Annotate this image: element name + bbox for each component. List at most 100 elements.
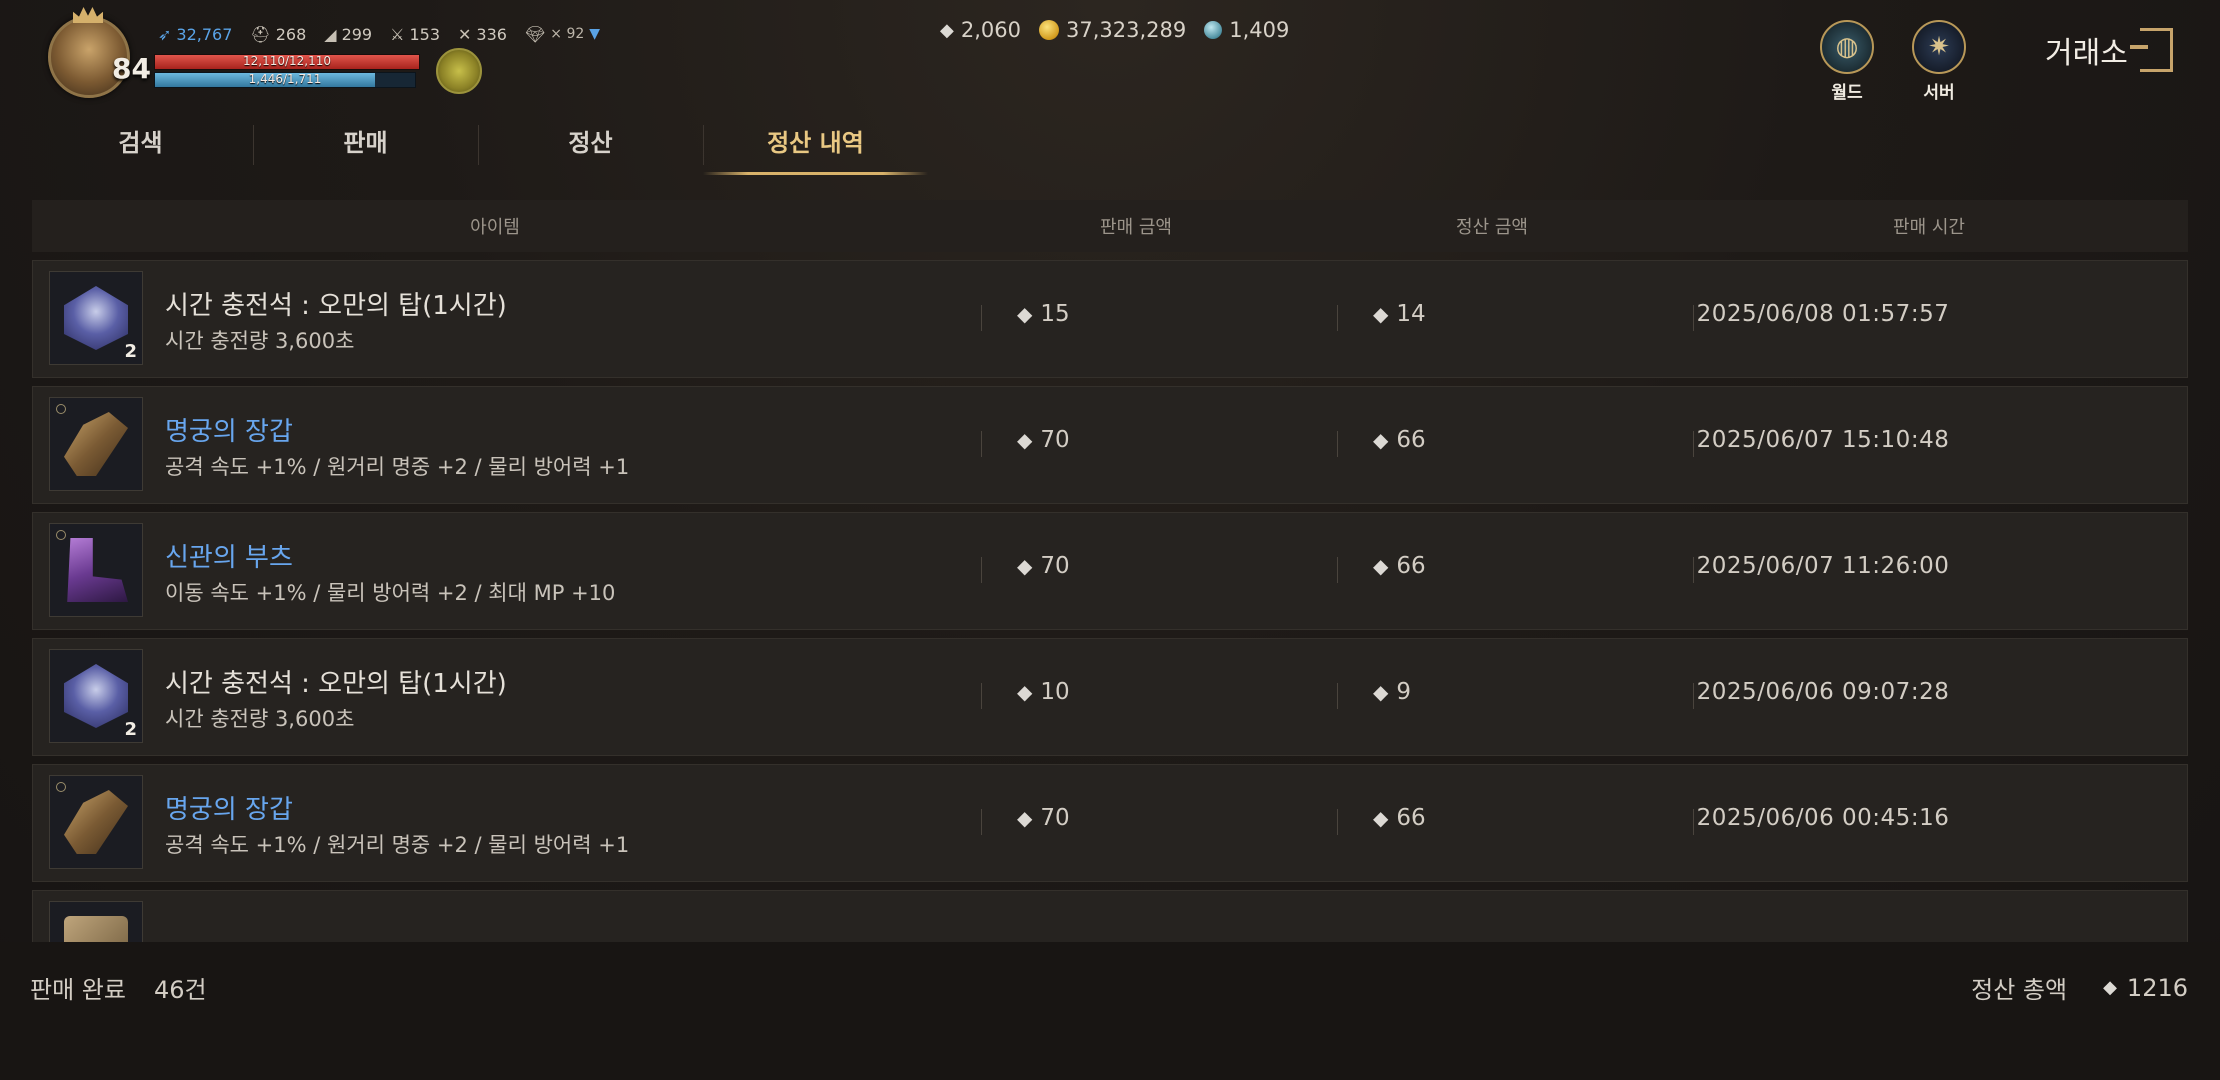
time-stone-icon: [64, 286, 128, 350]
item-thumbnail[interactable]: 2: [49, 271, 143, 365]
item-quantity: 2: [124, 719, 137, 740]
crown-icon: [73, 7, 103, 23]
hp-text: 12,110/12,110: [242, 54, 332, 68]
currency-bar: ◆ 2,060 37,323,289 1,409: [940, 14, 1289, 46]
item-thumbnail[interactable]: [49, 901, 143, 942]
mp-text: 1,446/1,711: [248, 72, 322, 86]
compass-icon: ✷: [1912, 20, 1966, 74]
diamond-icon: ◆: [1373, 806, 1389, 830]
diamond-icon: ◆: [1373, 554, 1389, 578]
item-description: 이동 속도 +1% / 물리 방어력 +2 / 최대 MP +10: [165, 581, 616, 605]
guild-emblem-icon[interactable]: [436, 48, 482, 94]
column-divider: [1337, 809, 1338, 835]
diamond-icon: ◆: [2103, 977, 2117, 998]
diamond-icon: ◆: [1017, 428, 1033, 452]
sales-completed: 판매 완료 46건: [30, 970, 207, 1005]
world-button[interactable]: ◍ 월드: [1812, 20, 1882, 103]
settlement-total-label: 정산 총액: [1971, 976, 2068, 1004]
crossed-axes-icon: ✕: [458, 24, 472, 44]
item-name: 시간 충전석 : 오만의 탑(1시간): [165, 291, 507, 321]
item-name: 명궁의 장갑: [165, 795, 293, 825]
table-row[interactable]: 2 시간 충전석 : 오만의 탑(1시간) 시간 충전량 3,600초 ◆ 10 …: [32, 638, 2188, 756]
header-sale-price: 판매 금액: [1100, 217, 1172, 238]
item-thumbnail[interactable]: [49, 397, 143, 491]
server-button[interactable]: ✷ 서버: [1904, 20, 1974, 103]
column-divider: [981, 809, 982, 835]
table-header: 아이템 판매 금액 정산 금액 판매 시간: [32, 200, 2188, 252]
header-item: 아이템: [470, 217, 520, 238]
scroll-icon: [64, 916, 128, 942]
column-divider: [1337, 305, 1338, 331]
table-row-partial[interactable]: [32, 890, 2188, 942]
table-row[interactable]: 명궁의 장갑 공격 속도 +1% / 원거리 명중 +2 / 물리 방어력 +1…: [32, 764, 2188, 882]
footer-bar: 판매 완료 46건 정산 총액 ◆ 1216: [0, 942, 2220, 1080]
settle-amount: ◆ 9: [1373, 679, 1412, 705]
column-divider: [981, 305, 982, 331]
tab-search[interactable]: 검색: [28, 115, 253, 175]
sale-time: 2025/06/06 09:07:28: [1696, 679, 1950, 705]
sales-completed-count: 46건: [153, 976, 207, 1004]
gold-currency: 37,323,289: [1038, 18, 1186, 42]
settlement-history-table[interactable]: 아이템 판매 금액 정산 금액 판매 시간 2 시간 충전석 : 오만의 탑(1…: [32, 200, 2188, 942]
settle-amount: ◆ 66: [1373, 805, 1426, 831]
item-description: 공격 속도 +1% / 원거리 명중 +2 / 물리 방어력 +1: [165, 455, 630, 479]
sale-time: 2025/06/06 00:45:16: [1696, 805, 1950, 831]
gloves-icon: [64, 790, 128, 854]
table-row[interactable]: 신관의 부츠 이동 속도 +1% / 물리 방어력 +2 / 최대 MP +10…: [32, 512, 2188, 630]
item-description: 시간 충전량 3,600초: [165, 329, 355, 353]
player-level: 84: [112, 52, 151, 85]
sale-price: ◆ 70: [1017, 427, 1070, 453]
stat-buff[interactable]: 💎︎ × 92 ▼: [525, 25, 600, 44]
table-row[interactable]: 2 시간 충전석 : 오만의 탑(1시간) 시간 충전량 3,600초 ◆ 15 …: [32, 260, 2188, 378]
diamond-icon: ◆: [1017, 302, 1033, 326]
sale-time: 2025/06/07 15:10:48: [1696, 427, 1950, 453]
sale-price: ◆ 70: [1017, 553, 1070, 579]
diamond-icon: ◆: [1017, 554, 1033, 578]
table-row[interactable]: 명궁의 장갑 공격 속도 +1% / 원거리 명중 +2 / 물리 방어력 +1…: [32, 386, 2188, 504]
tab-settle-history[interactable]: 정산 내역: [703, 115, 928, 175]
stat-power: ➶ 32,767: [158, 24, 233, 44]
diamond-icon: ◆: [940, 19, 954, 41]
gem-currency: 1,409: [1204, 18, 1289, 42]
item-thumbnail[interactable]: 2: [49, 649, 143, 743]
player-stats: ➶ 32,767 ⛑ 268 ◢ 299 ⚔ 153 ✕ 336 💎︎ × 92 ▼: [158, 22, 600, 46]
time-stone-icon: [64, 664, 128, 728]
item-description: 공격 속도 +1% / 원거리 명중 +2 / 물리 방어력 +1: [165, 833, 630, 857]
settle-amount: ◆ 66: [1373, 553, 1426, 579]
item-quantity: 2: [124, 341, 137, 362]
stat-attack: ⚔ 153: [390, 24, 440, 44]
settle-amount: ◆ 66: [1373, 427, 1426, 453]
item-description: 시간 충전량 3,600초: [165, 707, 355, 731]
settlement-total-value: 1216: [2126, 973, 2188, 1002]
diamond-icon: ◆: [1373, 428, 1389, 452]
diamond-icon: ◆: [1373, 302, 1389, 326]
grade-dot-icon: [56, 782, 66, 792]
diamond-currency: ◆ 2,060: [940, 18, 1021, 42]
exchange-title[interactable]: 거래소: [2045, 28, 2173, 72]
item-name: 시간 충전석 : 오만의 탑(1시간): [165, 669, 507, 699]
item-name: 신관의 부츠: [165, 543, 293, 573]
diamond-icon: 💎︎: [524, 24, 546, 44]
column-divider: [1337, 683, 1338, 709]
dropdown-arrow-icon: ▼: [589, 26, 601, 42]
sale-time: 2025/06/07 11:26:00: [1696, 553, 1950, 579]
gloves-icon: [64, 412, 128, 476]
sale-time: 2025/06/08 01:57:57: [1696, 301, 1950, 327]
column-divider: [981, 557, 982, 583]
tab-sell[interactable]: 판매: [253, 115, 478, 175]
stat-evasion: ◢ 299: [324, 24, 373, 44]
stat-accuracy: ✕ 336: [458, 24, 507, 44]
column-divider: [1337, 557, 1338, 583]
item-thumbnail[interactable]: [49, 775, 143, 869]
grade-dot-icon: [56, 404, 66, 414]
column-divider: [1337, 431, 1338, 457]
item-name: 명궁의 장갑: [165, 417, 293, 447]
header-settle-amount: 정산 금액: [1456, 217, 1528, 238]
gem-icon: [1204, 21, 1223, 39]
sale-price: ◆ 10: [1017, 679, 1070, 705]
swords-icon: ⚔: [390, 24, 405, 44]
helmet-icon: ⛑: [250, 24, 271, 44]
tab-settle[interactable]: 정산: [478, 115, 703, 175]
diamond-icon: ◆: [1373, 680, 1389, 704]
item-thumbnail[interactable]: [49, 523, 143, 617]
